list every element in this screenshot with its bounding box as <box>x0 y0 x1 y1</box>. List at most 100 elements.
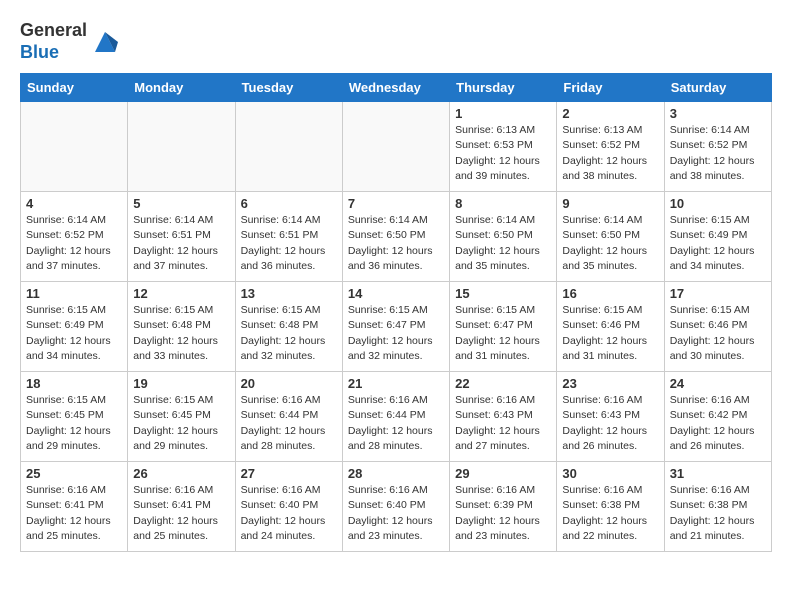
day-info: Sunrise: 6:16 AMSunset: 6:38 PMDaylight:… <box>670 483 766 544</box>
day-number: 28 <box>348 466 444 481</box>
calendar-cell: 22Sunrise: 6:16 AMSunset: 6:43 PMDayligh… <box>450 372 557 462</box>
day-number: 30 <box>562 466 658 481</box>
day-number: 27 <box>241 466 337 481</box>
calendar-cell: 29 Sunrise: 6:16 AMSunset: 6:39 PMDayligh… <box>450 462 557 552</box>
logo-general-text: General <box>20 20 87 40</box>
day-info: Sunrise: 6:15 AMSunset: 6:49 PMDaylight:… <box>670 213 766 274</box>
calendar-cell: 17Sunrise: 6:15 AMSunset: 6:46 PMDayligh… <box>664 282 771 372</box>
day-number: 29 <box>455 466 551 481</box>
calendar-cell: 23 Sunrise: 6:16 AMSunset: 6:43 PMDayligh… <box>557 372 664 462</box>
day-number: 3 <box>670 106 766 121</box>
calendar-cell <box>235 102 342 192</box>
calendar-cell <box>21 102 128 192</box>
calendar-table: SundayMondayTuesdayWednesdayThursdayFrid… <box>20 73 772 552</box>
day-number: 13 <box>241 286 337 301</box>
day-info: Sunrise: 6:14 AMSunset: 6:51 PMDaylight:… <box>241 213 337 274</box>
calendar-cell: 8 Sunrise: 6:14 AMSunset: 6:50 PMDaylight… <box>450 192 557 282</box>
weekday-header-sunday: Sunday <box>21 74 128 102</box>
day-info: Sunrise: 6:14 AMSunset: 6:50 PMDaylight:… <box>455 213 551 274</box>
logo-text: General Blue <box>20 20 87 63</box>
calendar-cell: 19 Sunrise: 6:15 AMSunset: 6:45 PMDayligh… <box>128 372 235 462</box>
day-info: Sunrise: 6:16 AMSunset: 6:40 PMDaylight:… <box>241 483 337 544</box>
calendar-cell: 28 Sunrise: 6:16 AMSunset: 6:40 PMDayligh… <box>342 462 449 552</box>
day-info: Sunrise: 6:14 AMSunset: 6:50 PMDaylight:… <box>562 213 658 274</box>
calendar-week-5: 25 Sunrise: 6:16 AMSunset: 6:41 PMDayligh… <box>21 462 772 552</box>
day-info: Sunrise: 6:15 AMSunset: 6:46 PMDaylight:… <box>562 303 658 364</box>
calendar-cell: 7 Sunrise: 6:14 AMSunset: 6:50 PMDaylight… <box>342 192 449 282</box>
day-number: 11 <box>26 286 122 301</box>
day-number: 12 <box>133 286 229 301</box>
day-info: Sunrise: 6:13 AMSunset: 6:53 PMDaylight:… <box>455 123 551 184</box>
calendar-cell: 9 Sunrise: 6:14 AMSunset: 6:50 PMDaylight… <box>557 192 664 282</box>
day-number: 21 <box>348 376 444 391</box>
day-number: 31 <box>670 466 766 481</box>
weekday-header-thursday: Thursday <box>450 74 557 102</box>
day-number: 1 <box>455 106 551 121</box>
day-info: Sunrise: 6:13 AMSunset: 6:52 PMDaylight:… <box>562 123 658 184</box>
weekday-header-row: SundayMondayTuesdayWednesdayThursdayFrid… <box>21 74 772 102</box>
day-number: 17 <box>670 286 766 301</box>
calendar-cell: 21 Sunrise: 6:16 AMSunset: 6:44 PMDayligh… <box>342 372 449 462</box>
calendar-cell: 27 Sunrise: 6:16 AMSunset: 6:40 PMDayligh… <box>235 462 342 552</box>
calendar-cell: 5 Sunrise: 6:14 AMSunset: 6:51 PMDaylight… <box>128 192 235 282</box>
day-number: 8 <box>455 196 551 211</box>
day-info: Sunrise: 6:15 AMSunset: 6:48 PMDaylight:… <box>133 303 229 364</box>
day-info: Sunrise: 6:16 AMSunset: 6:39 PMDaylight:… <box>455 483 551 544</box>
calendar-cell: 30 Sunrise: 6:16 AMSunset: 6:38 PMDayligh… <box>557 462 664 552</box>
day-info: Sunrise: 6:15 AMSunset: 6:45 PMDaylight:… <box>26 393 122 454</box>
calendar-week-3: 11 Sunrise: 6:15 AMSunset: 6:49 PMDayligh… <box>21 282 772 372</box>
day-number: 22 <box>455 376 551 391</box>
calendar-cell: 2 Sunrise: 6:13 AMSunset: 6:52 PMDaylight… <box>557 102 664 192</box>
day-info: Sunrise: 6:16 AMSunset: 6:43 PMDaylight:… <box>562 393 658 454</box>
day-info: Sunrise: 6:15 AMSunset: 6:49 PMDaylight:… <box>26 303 122 364</box>
calendar-week-2: 4 Sunrise: 6:14 AMSunset: 6:52 PMDaylight… <box>21 192 772 282</box>
day-info: Sunrise: 6:14 AMSunset: 6:51 PMDaylight:… <box>133 213 229 274</box>
day-number: 5 <box>133 196 229 211</box>
calendar-week-4: 18Sunrise: 6:15 AMSunset: 6:45 PMDayligh… <box>21 372 772 462</box>
weekday-header-wednesday: Wednesday <box>342 74 449 102</box>
day-info: Sunrise: 6:14 AMSunset: 6:52 PMDaylight:… <box>670 123 766 184</box>
calendar-cell <box>128 102 235 192</box>
day-info: Sunrise: 6:16 AMSunset: 6:41 PMDaylight:… <box>133 483 229 544</box>
day-info: Sunrise: 6:15 AMSunset: 6:45 PMDaylight:… <box>133 393 229 454</box>
day-info: Sunrise: 6:16 AMSunset: 6:38 PMDaylight:… <box>562 483 658 544</box>
day-number: 26 <box>133 466 229 481</box>
weekday-header-saturday: Saturday <box>664 74 771 102</box>
page-header: General Blue <box>20 20 772 63</box>
day-info: Sunrise: 6:14 AMSunset: 6:52 PMDaylight:… <box>26 213 122 274</box>
day-info: Sunrise: 6:14 AMSunset: 6:50 PMDaylight:… <box>348 213 444 274</box>
day-number: 15 <box>455 286 551 301</box>
day-number: 4 <box>26 196 122 211</box>
day-number: 20 <box>241 376 337 391</box>
calendar-cell: 26 Sunrise: 6:16 AMSunset: 6:41 PMDayligh… <box>128 462 235 552</box>
calendar-cell: 11 Sunrise: 6:15 AMSunset: 6:49 PMDayligh… <box>21 282 128 372</box>
day-info: Sunrise: 6:15 AMSunset: 6:47 PMDaylight:… <box>348 303 444 364</box>
weekday-header-monday: Monday <box>128 74 235 102</box>
day-info: Sunrise: 6:16 AMSunset: 6:41 PMDaylight:… <box>26 483 122 544</box>
day-number: 7 <box>348 196 444 211</box>
calendar-cell: 16Sunrise: 6:15 AMSunset: 6:46 PMDayligh… <box>557 282 664 372</box>
calendar-cell: 10 Sunrise: 6:15 AMSunset: 6:49 PMDayligh… <box>664 192 771 282</box>
day-info: Sunrise: 6:16 AMSunset: 6:40 PMDaylight:… <box>348 483 444 544</box>
logo-blue-text: Blue <box>20 42 59 62</box>
day-number: 19 <box>133 376 229 391</box>
calendar-cell: 31 Sunrise: 6:16 AMSunset: 6:38 PMDayligh… <box>664 462 771 552</box>
day-number: 14 <box>348 286 444 301</box>
day-number: 25 <box>26 466 122 481</box>
logo-icon <box>90 27 120 57</box>
day-number: 24 <box>670 376 766 391</box>
day-info: Sunrise: 6:15 AMSunset: 6:47 PMDaylight:… <box>455 303 551 364</box>
day-info: Sunrise: 6:16 AMSunset: 6:44 PMDaylight:… <box>348 393 444 454</box>
calendar-cell: 12 Sunrise: 6:15 AMSunset: 6:48 PMDayligh… <box>128 282 235 372</box>
day-number: 2 <box>562 106 658 121</box>
calendar-cell: 25 Sunrise: 6:16 AMSunset: 6:41 PMDayligh… <box>21 462 128 552</box>
day-number: 9 <box>562 196 658 211</box>
calendar-week-1: 1 Sunrise: 6:13 AMSunset: 6:53 PMDaylight… <box>21 102 772 192</box>
day-number: 10 <box>670 196 766 211</box>
calendar-cell: 24Sunrise: 6:16 AMSunset: 6:42 PMDayligh… <box>664 372 771 462</box>
calendar-cell: 20Sunrise: 6:16 AMSunset: 6:44 PMDayligh… <box>235 372 342 462</box>
calendar-cell <box>342 102 449 192</box>
day-number: 23 <box>562 376 658 391</box>
calendar-cell: 13Sunrise: 6:15 AMSunset: 6:48 PMDayligh… <box>235 282 342 372</box>
calendar-cell: 3 Sunrise: 6:14 AMSunset: 6:52 PMDaylight… <box>664 102 771 192</box>
